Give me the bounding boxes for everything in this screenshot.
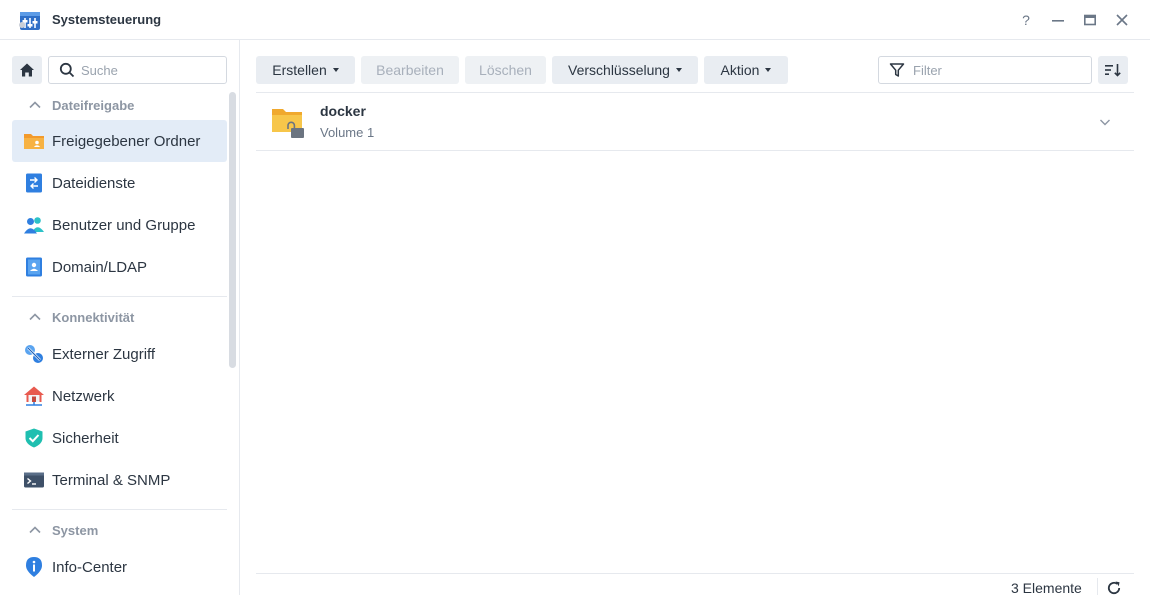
footer-divider: [256, 573, 1134, 574]
window-title: Systemsteuerung: [52, 12, 162, 27]
sidebar-scrollbar[interactable]: [229, 92, 236, 368]
encryption-label: Verschlüsselung: [568, 62, 670, 78]
sidebar-item-label: Dateidienste: [52, 174, 136, 192]
item-count: 3 Elemente: [1011, 580, 1082, 595]
sidebar-item-shared-folder[interactable]: Freigegebener Ordner: [12, 120, 227, 162]
chevron-up-icon: [29, 526, 41, 534]
sidebar: Dateifreigabe Freigegebener Ordner Datei…: [0, 40, 240, 595]
sidebar-item-label: Sicherheit: [52, 429, 119, 447]
sidebar-item-label: Info-Center: [52, 558, 128, 576]
chevron-up-icon: [29, 313, 41, 321]
sidebar-item-label: Externer Zugriff: [52, 345, 156, 363]
delete-label: Löschen: [479, 62, 532, 78]
sidebar-item-terminal-snmp[interactable]: Terminal & SNMP: [12, 459, 227, 501]
footer-separator: [1097, 578, 1098, 595]
network-icon: [23, 385, 45, 407]
edit-button[interactable]: Bearbeiten: [361, 56, 459, 84]
encrypted-folder-icon: [272, 109, 304, 138]
sort-button[interactable]: [1098, 56, 1128, 84]
caret-down-icon: [675, 68, 682, 72]
sort-icon: [1105, 64, 1121, 77]
control-panel-app-icon: [19, 12, 40, 30]
sidebar-item-file-services[interactable]: Dateidienste: [12, 162, 227, 204]
sidebar-item-users-groups[interactable]: Benutzer und Gruppe: [12, 204, 227, 246]
domain-icon: [23, 256, 45, 278]
section-divider: [12, 296, 227, 297]
sidebar-item-network[interactable]: Netzwerk: [12, 375, 227, 417]
file-services-icon: [23, 172, 45, 194]
encryption-button[interactable]: Verschlüsselung: [552, 56, 698, 84]
home-button[interactable]: [12, 56, 42, 84]
sidebar-item-label: Domain/LDAP: [52, 258, 148, 276]
action-button[interactable]: Aktion: [704, 56, 788, 84]
delete-button[interactable]: Löschen: [465, 56, 546, 84]
search-icon: [59, 62, 75, 78]
external-access-icon: [23, 343, 45, 365]
sidebar-search[interactable]: [48, 56, 227, 84]
sidebar-item-label: Freigegebener Ordner: [52, 132, 201, 150]
sidebar-item-domain-ldap[interactable]: Domain/LDAP: [12, 246, 227, 288]
sidebar-item-label: Netzwerk: [52, 387, 115, 405]
info-icon: [23, 556, 45, 578]
section-title: Dateifreigabe: [52, 97, 135, 113]
filter-funnel-icon: [889, 63, 905, 77]
sidebar-item-label: Terminal & SNMP: [52, 471, 171, 489]
edit-label: Bearbeiten: [376, 62, 444, 78]
chevron-down-icon[interactable]: [1098, 115, 1112, 129]
title-bar: Systemsteuerung ?: [0, 0, 1150, 40]
terminal-icon: [23, 469, 45, 491]
caret-down-icon: [765, 68, 772, 72]
section-header-file-sharing[interactable]: Dateifreigabe: [12, 93, 227, 117]
sidebar-item-external-access[interactable]: Externer Zugriff: [12, 333, 227, 375]
security-shield-icon: [23, 427, 45, 449]
sidebar-item-label: Benutzer und Gruppe: [52, 216, 196, 234]
section-title: System: [52, 522, 99, 538]
help-icon[interactable]: ?: [1016, 10, 1036, 30]
caret-down-icon: [332, 68, 339, 72]
home-icon: [20, 63, 34, 77]
create-label: Erstellen: [272, 62, 327, 78]
section-header-connectivity[interactable]: Konnektivität: [12, 305, 227, 329]
search-input[interactable]: [81, 62, 221, 78]
folder-volume: Volume 1: [320, 125, 375, 140]
minimize-icon[interactable]: [1048, 10, 1068, 30]
sidebar-item-security[interactable]: Sicherheit: [12, 417, 227, 459]
maximize-icon[interactable]: [1080, 10, 1100, 30]
filter-input[interactable]: [913, 62, 1083, 78]
shared-folder-icon: [23, 130, 45, 152]
close-icon[interactable]: [1112, 10, 1132, 30]
users-icon: [23, 214, 45, 236]
refresh-icon[interactable]: [1106, 580, 1122, 595]
section-header-system[interactable]: System: [12, 518, 227, 542]
section-title: Konnektivität: [52, 309, 135, 325]
sidebar-item-info-center[interactable]: Info-Center: [12, 546, 227, 588]
folder-name: docker: [320, 103, 366, 119]
folder-row[interactable]: docker Volume 1: [256, 93, 1134, 151]
chevron-up-icon: [29, 101, 41, 109]
section-divider: [12, 509, 227, 510]
create-button[interactable]: Erstellen: [256, 56, 355, 84]
action-label: Aktion: [720, 62, 760, 78]
filter-box[interactable]: [878, 56, 1092, 84]
help-label: ?: [1022, 12, 1030, 28]
